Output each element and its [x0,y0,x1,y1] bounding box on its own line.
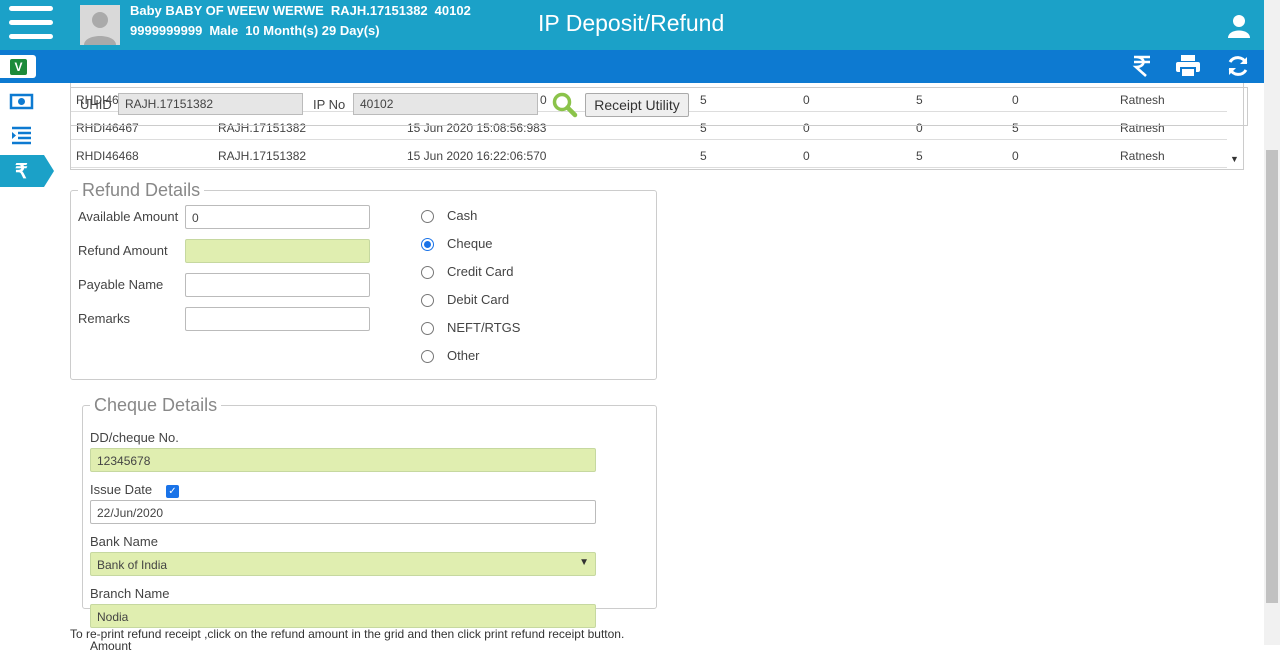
bank-name-label: Bank Name [90,534,158,549]
table-cell: 5 [700,149,707,163]
ipno-input[interactable]: 40102 [353,93,538,115]
table-cell: 15 Jun 2020 16:22:06:570 [407,149,547,163]
table-cell: RAJH.17151382 [218,149,307,163]
payable-name-label: Payable Name [78,277,164,292]
payable-name-input[interactable] [185,273,370,297]
payment-mode-label: Debit Card [447,292,510,307]
payment-mode-label: Credit Card [447,264,514,279]
table-row[interactable]: RHDI46468 RAJH.17151382 15 Jun 2020 16:22:… [71,140,1227,168]
payment-mode-label: Other [447,348,480,363]
table-cell: 5 [916,149,923,163]
app-badge[interactable]: V [0,54,37,79]
payment-mode-radio[interactable] [421,294,434,307]
available-amount-input[interactable]: 0 [185,205,370,229]
patient-phone: 9999999999 [130,23,203,38]
payment-mode-radio[interactable] [421,266,434,279]
payment-mode-label: Cash [447,208,478,223]
available-amount-label: Available Amount [78,209,179,224]
refund-amount-input[interactable] [185,239,370,263]
ipno-label: IP No [313,97,346,112]
payment-mode-label: NEFT/RTGS [447,320,521,335]
receipt-utility-button[interactable]: Receipt Utility [585,93,689,117]
uhid-label: UHID [80,97,112,112]
patient-name: Baby BABY OF WEEW WERWE [130,3,324,18]
payment-mode-label: Cheque [447,236,493,251]
uhid-input[interactable]: RAJH.17151382 [118,93,303,115]
page-title: IP Deposit/Refund [538,10,725,36]
toolbar [0,50,1264,83]
top-bar: Baby BABY OF WEEW WERWE RAJH.17151382 4010… [0,0,1264,50]
reprint-note: To re-print refund receipt ,click on the… [70,627,625,641]
ddno-input[interactable]: 12345678 [90,448,596,472]
cash-icon[interactable] [0,90,42,120]
cheque-details-legend: Cheque Details [94,395,218,415]
hamburger-menu-icon[interactable] [9,6,53,44]
payment-mode-radio[interactable] [421,350,434,363]
amount-label: Amount [90,639,132,653]
scrollbar-thumb[interactable] [1266,150,1278,603]
patient-gender: Male [209,23,239,38]
patient-age: 10 Month(s) 29 Day(s) [245,23,380,38]
table-cell: 0 [1012,149,1019,163]
payment-mode-radio[interactable] [421,238,434,251]
patient-uhid: RAJH.17151382 [330,3,428,18]
payment-mode-radio[interactable] [421,322,434,335]
branch-name-input[interactable]: Nodia [90,604,596,628]
issue-date-input[interactable]: 22/Jun/2020 [90,500,596,524]
table-cell: 0 [803,149,810,163]
ddno-label: DD/cheque No. [90,430,179,445]
bank-name-select[interactable]: Bank of India ▼ [90,552,596,576]
table-cell: Ratnesh [1120,149,1165,163]
rupee-icon[interactable] [1132,54,1152,83]
refund-nav-item[interactable]: ₹ [0,155,54,187]
print-icon[interactable] [1175,54,1201,83]
page-scrollbar[interactable] [1264,0,1280,645]
remarks-label: Remarks [78,311,131,326]
remarks-input[interactable] [185,307,370,331]
patient-info: Baby BABY OF WEEW WERWE RAJH.17151382 4010… [130,1,478,41]
list-icon[interactable] [0,124,42,154]
patient-ipno: 40102 [434,3,471,18]
table-cell: RHDI46468 [76,149,139,163]
rupee-nav-icon: ₹ [15,161,28,183]
user-icon[interactable] [1227,14,1251,43]
issue-date-label: Issue Date [90,482,153,497]
chevron-down-icon: ▼ [579,557,589,568]
search-icon[interactable] [552,92,578,123]
issue-date-checkbox[interactable]: ✓ [166,485,179,498]
patient-avatar [80,5,120,45]
refund-details-legend: Refund Details [82,180,201,200]
branch-name-label: Branch Name [90,586,170,601]
bank-name-value: Bank of India [97,558,168,572]
vimeo-icon: V [10,59,27,75]
refund-amount-label: Refund Amount [78,243,168,258]
payment-mode-radio[interactable] [421,210,434,223]
refresh-icon[interactable] [1226,54,1250,83]
